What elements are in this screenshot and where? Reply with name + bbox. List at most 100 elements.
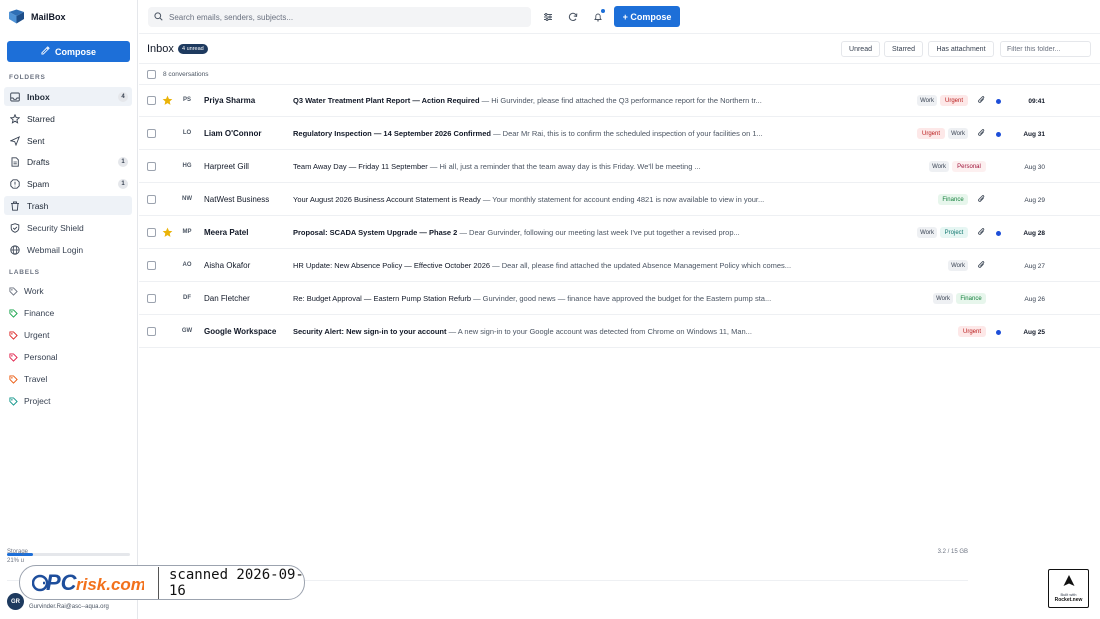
email-row[interactable]: DF Dan Fletcher Re: Budget Approval — East…	[139, 283, 1100, 315]
paperclip-icon	[977, 194, 987, 205]
tag-icon	[9, 374, 18, 384]
email-snippet: — Dear Mr Rai, this is to confirm the sc…	[490, 129, 763, 138]
compose-button-top[interactable]: + Compose	[614, 6, 680, 27]
conversation-bar: 8 conversations	[139, 65, 1100, 85]
star-icon[interactable]	[162, 227, 173, 238]
email-preview: Regulatory Inspection — 14 September 202…	[293, 129, 909, 138]
send-icon	[9, 135, 21, 147]
email-row[interactable]: GW Google Workspace Security Alert: New si…	[139, 316, 1100, 348]
refresh-icon[interactable]	[567, 11, 579, 23]
mailbox-logo-icon	[8, 9, 25, 24]
email-date: 09:41	[1028, 98, 1045, 105]
folder-starred[interactable]: Starred	[4, 109, 132, 128]
built-with-badge[interactable]: Built with Rocket.new	[1048, 569, 1089, 608]
unread-badge: 4 unread	[178, 44, 208, 54]
filter-folder-input[interactable]	[1000, 41, 1091, 57]
label-travel[interactable]: Travel	[9, 374, 47, 384]
label-urgent[interactable]: Urgent	[9, 330, 50, 340]
label-name: Travel	[24, 374, 48, 384]
email-row[interactable]: NW NatWest Business Your August 2026 Busin…	[139, 184, 1100, 216]
paperclip-icon	[977, 227, 987, 238]
sender-initials: PS	[182, 97, 191, 103]
notification-dot	[601, 9, 605, 13]
label-badge: Finance	[956, 293, 986, 304]
email-preview: Proposal: SCADA System Upgrade — Phase 2…	[293, 228, 909, 237]
filter-attachment-button[interactable]: Has attachment	[928, 41, 994, 57]
folder-drafts[interactable]: Drafts 1	[4, 152, 132, 171]
email-preview: HR Update: New Absence Policy — Effectiv…	[293, 261, 940, 270]
label-badge: Work	[929, 161, 949, 172]
search-icon	[154, 11, 163, 23]
star-icon[interactable]	[162, 95, 173, 106]
select-all-checkbox[interactable]	[147, 70, 156, 79]
row-checkbox[interactable]	[147, 129, 156, 138]
globe-icon	[9, 244, 21, 256]
folder-label: Security Shield	[27, 222, 84, 233]
sender-initials: LO	[182, 130, 192, 136]
sender-name: Harpreet Gill	[204, 162, 249, 171]
email-date: Aug 25	[1023, 329, 1045, 336]
email-row[interactable]: PS Priya Sharma Q3 Water Treatment Plant R…	[139, 85, 1100, 117]
email-snippet: — A new sign-in to your Google account w…	[446, 327, 752, 336]
sender-name: NatWest Business	[204, 195, 270, 204]
sender-initials: GW	[181, 328, 193, 334]
compose-button[interactable]: Compose	[7, 41, 130, 62]
email-row[interactable]: LO Liam O'Connor Regulatory Inspection — 1…	[139, 118, 1100, 150]
row-checkbox[interactable]	[147, 294, 156, 303]
compose-label: Compose	[54, 46, 96, 57]
sender-name: Priya Sharma	[204, 96, 256, 105]
label-project[interactable]: Project	[9, 396, 50, 406]
email-row[interactable]: HG Harpreet Gill Team Away Day — Friday 11…	[139, 151, 1100, 183]
row-checkbox[interactable]	[147, 261, 156, 270]
brand[interactable]: MailBox	[8, 9, 66, 24]
search-bar[interactable]	[148, 7, 531, 27]
label-name: Work	[24, 286, 44, 296]
label-personal[interactable]: Personal	[9, 352, 58, 362]
compose-icon	[41, 46, 50, 57]
sender-name: Meera Patel	[204, 228, 249, 237]
label-finance[interactable]: Finance	[9, 308, 54, 318]
folder-webmail-login[interactable]: Webmail Login	[4, 240, 132, 259]
trash-icon	[9, 200, 21, 212]
sender-initials: MP	[182, 229, 192, 235]
filter-starred-button[interactable]: Starred	[884, 41, 923, 57]
unread-indicator	[996, 132, 1001, 137]
star-icon	[9, 113, 21, 125]
label-work[interactable]: Work	[9, 286, 44, 296]
email-preview: Team Away Day — Friday 11 September — Hi…	[293, 162, 921, 171]
folder-spam[interactable]: Spam 1	[4, 174, 132, 193]
unread-indicator	[996, 231, 1001, 236]
email-subject: Re: Budget Approval — Eastern Pump Stati…	[293, 294, 472, 303]
folder-label: Webmail Login	[27, 244, 84, 255]
folder-trash[interactable]: Trash	[4, 196, 132, 215]
row-checkbox[interactable]	[147, 327, 156, 336]
email-row[interactable]: MP Meera Patel Proposal: SCADA System Upgr…	[139, 217, 1100, 249]
sender-name: Dan Fletcher	[204, 294, 250, 303]
email-row[interactable]: AO Aisha Okafor HR Update: New Absence Pol…	[139, 250, 1100, 282]
folder-security-shield[interactable]: Security Shield	[4, 218, 132, 237]
row-checkbox[interactable]	[147, 228, 156, 237]
folder-sent[interactable]: Sent	[4, 131, 132, 150]
search-input[interactable]	[169, 12, 509, 22]
folder-label: Starred	[27, 113, 55, 124]
email-preview: Re: Budget Approval — Eastern Pump Stati…	[293, 294, 925, 303]
folder-inbox[interactable]: Inbox 4	[4, 87, 132, 106]
unread-indicator	[996, 330, 1001, 335]
email-date: Aug 30	[1024, 164, 1045, 171]
email-date: Aug 26	[1024, 296, 1045, 303]
filters-icon[interactable]	[542, 11, 554, 23]
filter-unread-button[interactable]: Unread	[841, 41, 880, 57]
sender-name: Liam O'Connor	[204, 129, 262, 138]
row-checkbox[interactable]	[147, 96, 156, 105]
label-name: Project	[24, 396, 51, 406]
label-badge: Work	[948, 260, 968, 271]
email-subject: Q3 Water Treatment Plant Report — Action…	[293, 96, 480, 105]
label-badge: Project	[940, 227, 968, 238]
row-checkbox[interactable]	[147, 195, 156, 204]
row-checkbox[interactable]	[147, 162, 156, 171]
email-subject: Team Away Day — Friday 11 September	[293, 162, 428, 171]
email-snippet: — Dear Gurvinder, following our meeting …	[457, 228, 740, 237]
label-name: Personal	[24, 352, 58, 362]
email-subject: Proposal: SCADA System Upgrade — Phase 2	[293, 228, 458, 237]
app-name: MailBox	[31, 11, 66, 22]
